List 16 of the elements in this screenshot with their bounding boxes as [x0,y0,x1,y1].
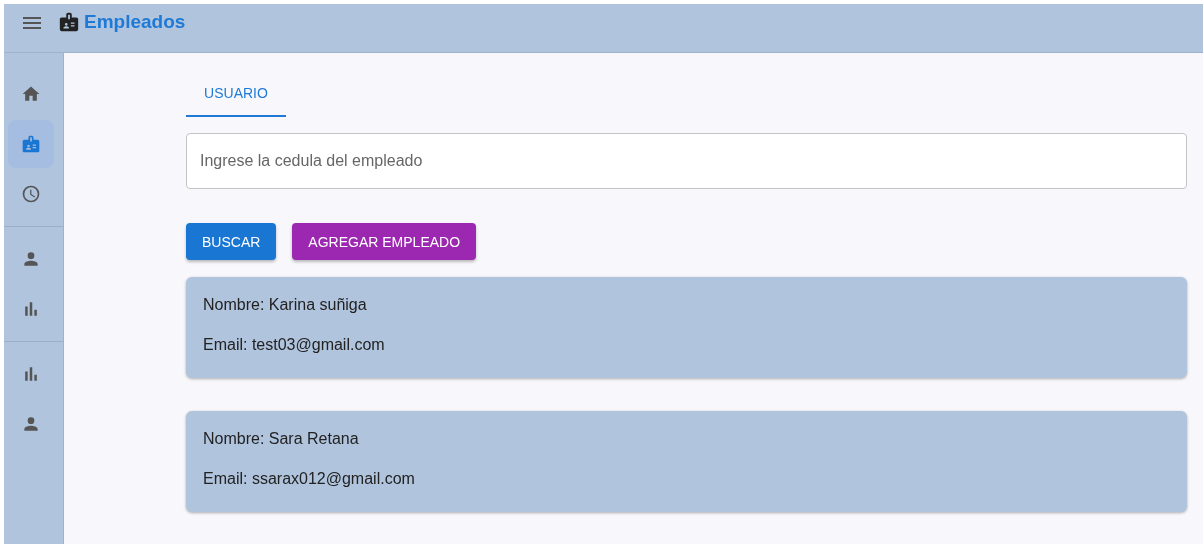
id-badge-icon [58,11,80,33]
tab[interactable]: USUARIO [186,73,286,117]
search-field[interactable]: Ingrese la cedula del empleado [186,133,1187,189]
employee-name: Nombre: Sara Retana [203,430,360,448]
person-icon [21,249,41,269]
search-button[interactable]: BUSCAR [186,223,277,260]
person-icon [21,414,41,434]
employee-email: Email: ssarax012@gmail.com [203,470,416,488]
add-button[interactable]: AGREGAR EMPLEADO [292,223,477,260]
app-title: Empleados [84,11,186,33]
id-badge-icon [21,134,41,154]
home-icon [21,84,41,104]
employee-email: Email: test03@gmail.com [203,336,386,354]
clock-icon [21,184,41,204]
employee-name: Nombre: Karina suñiga [203,296,368,314]
sidebar-item[interactable] [8,120,54,168]
